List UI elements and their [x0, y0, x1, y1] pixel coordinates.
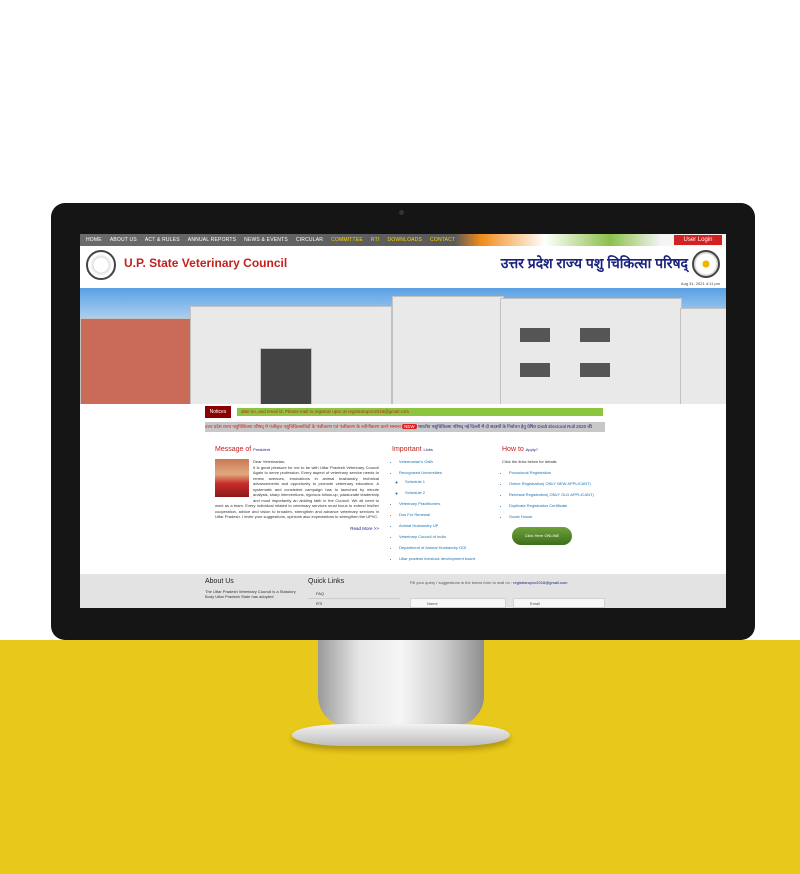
howto-intro: Click the links below for details — [502, 459, 557, 464]
link-oath[interactable]: Veterinarian's Oath — [399, 459, 492, 464]
link-practitioners[interactable]: Veterinary Practitioners — [399, 501, 492, 506]
president-message: Message of President Dear Veterinarian, … — [215, 446, 379, 531]
monitor-stand — [318, 640, 484, 726]
nav-rti[interactable]: RTI — [367, 234, 384, 246]
nav-home[interactable]: HOME — [82, 234, 106, 246]
howto-subtitle: Apply? — [525, 447, 538, 452]
email-input[interactable]: Email — [513, 598, 605, 608]
message-heading: Message of President — [215, 446, 379, 453]
sub-list: Schedule 1 Schedule 2 — [399, 479, 492, 495]
important-heading: Important Links — [392, 446, 492, 453]
nav-annual-reports[interactable]: ANNUAL REPORTS — [184, 234, 240, 246]
nav-circular[interactable]: CIRCULAR — [292, 234, 327, 246]
banner-window — [520, 328, 550, 342]
important-title: Important — [392, 446, 422, 453]
current-date: Aug 31, 2021 4:11 pm — [680, 281, 720, 286]
banner-building-right — [392, 296, 504, 404]
nav-menu: HOME ABOUT US ACT & RULES ANNUAL REPORTS… — [80, 234, 726, 246]
howto-list: Provisional Registration Online Registra… — [502, 470, 612, 519]
link-online-registration[interactable]: Online Registration( ONLY NEW APPLICANT) — [509, 481, 612, 486]
link-animal-husbandry-up[interactable]: Animal Husbandry UP — [399, 523, 492, 528]
banner-building-edge — [680, 308, 726, 404]
user-login-button[interactable]: User Login — [674, 235, 722, 245]
nav-about-us[interactable]: ABOUT US — [106, 234, 141, 246]
name-input[interactable]: Name — [410, 598, 506, 608]
nav-news-events[interactable]: NEWS & EVENTS — [240, 234, 292, 246]
howto-title: How to — [502, 446, 524, 453]
important-list: Veterinarian's Oath Recognized Universit… — [392, 459, 492, 561]
footer-link-rti[interactable]: RTI — [308, 599, 400, 608]
banner-window — [580, 363, 610, 377]
new-badge: NEW — [402, 424, 417, 429]
link-duplicate-certificate[interactable]: Duplicate Registration Certificate — [509, 503, 612, 508]
ticker-item[interactable]: उत्तर प्रदेश राज्य पशुचिकित्सा परिषद् मे… — [205, 424, 401, 429]
link-schedule-1[interactable]: Schedule 1 — [405, 479, 492, 484]
link-livestock-board[interactable]: Uttar pradesh livestock development boar… — [399, 556, 492, 561]
message-subtitle: President — [253, 447, 271, 452]
message-title: Message of — [215, 446, 252, 453]
up-emblem-icon — [692, 250, 720, 278]
footer-about-title: About Us — [205, 578, 234, 585]
notices-bar: Notices able no, and email id, Please ma… — [205, 406, 605, 418]
link-universities[interactable]: Recognized Universities Schedule 1 Sched… — [399, 470, 492, 495]
footer-quick-links: Quick Links FAQ RTI — [308, 578, 400, 608]
website-screen: HOME ABOUT US ACT & RULES ANNUAL REPORTS… — [80, 234, 726, 608]
query-text: Fill your query / suggestions in the bel… — [410, 580, 513, 585]
important-links: Important Links Veterinarian's Oath Reco… — [392, 446, 492, 567]
site-footer: About Us The Uttar Pradesh Veterinary Co… — [80, 574, 726, 608]
nav-committee[interactable]: COMMITTEE — [327, 234, 367, 246]
link-guest-house[interactable]: Guest House — [509, 514, 612, 519]
nav-act-rules[interactable]: ACT & RULES — [141, 234, 184, 246]
site-title: U.P. State Veterinary Council — [124, 256, 288, 270]
read-more-link[interactable]: Read More >> — [215, 526, 379, 531]
president-photo — [215, 459, 249, 497]
query-email-link[interactable]: registrarupvc2016@gmail.com — [513, 580, 567, 585]
banner-building-left — [80, 318, 192, 404]
link-universities-label[interactable]: Recognized Universities — [399, 470, 442, 475]
link-schedule-2[interactable]: Schedule 2 — [405, 490, 492, 495]
nav-contact[interactable]: CONTACT — [426, 234, 459, 246]
monitor-base — [292, 724, 510, 746]
footer-about: About Us The Uttar Pradesh Veterinary Co… — [205, 578, 299, 599]
link-vci[interactable]: Veterinary Council of India — [399, 534, 492, 539]
footer-link-faq[interactable]: FAQ — [308, 589, 400, 599]
footer-query: Fill your query / suggestions in the bel… — [410, 580, 610, 585]
link-dept-animal-husbandry[interactable]: Department of Animal Husbandry GOI — [399, 545, 492, 550]
banner-window — [580, 328, 610, 342]
banner-window — [520, 363, 550, 377]
top-navigation: HOME ABOUT US ACT & RULES ANNUAL REPORTS… — [80, 234, 726, 246]
site-header: U.P. State Veterinary Council उत्तर प्रद… — [80, 246, 726, 288]
ticker-item[interactable]: भारतीय पशुचिकित्सा परिषद् नई दिल्ली में … — [418, 424, 592, 429]
how-to-apply: How to Apply? Click the links below for … — [502, 446, 612, 556]
notices-label: Notices — [205, 406, 231, 418]
building-banner — [80, 288, 726, 404]
link-dos-renewal[interactable]: Dos For Renewal — [399, 512, 492, 517]
online-registration-button[interactable]: Click Here ONLINE REGISTRATION — [512, 527, 572, 556]
link-renewal-registration[interactable]: Renewal Registration( ONLY OLD APPLICANT… — [509, 492, 612, 497]
news-ticker[interactable]: उत्तर प्रदेश राज्य पशुचिकित्सा परिषद् मे… — [205, 422, 605, 432]
nav-downloads[interactable]: DOWNLOADS — [383, 234, 426, 246]
footer-about-text: The Uttar Pradesh Veterinary Council is … — [205, 589, 296, 599]
camera-icon — [399, 210, 404, 215]
notices-marquee[interactable]: able no, and email id, Please mail to re… — [237, 408, 603, 416]
footer-links-title: Quick Links — [308, 578, 345, 585]
link-provisional-registration[interactable]: Provisional Registration — [509, 470, 612, 475]
hindi-title: उत्तर प्रदेश राज्य पशु चिकित्सा परिषद् — [500, 255, 688, 271]
monitor-frame: HOME ABOUT US ACT & RULES ANNUAL REPORTS… — [51, 203, 755, 640]
banner-gate — [260, 348, 312, 404]
council-logo-icon[interactable] — [86, 250, 116, 280]
banner-building-far-right — [500, 298, 682, 404]
howto-heading: How to Apply? — [502, 446, 612, 453]
important-subtitle: Links — [423, 447, 433, 452]
